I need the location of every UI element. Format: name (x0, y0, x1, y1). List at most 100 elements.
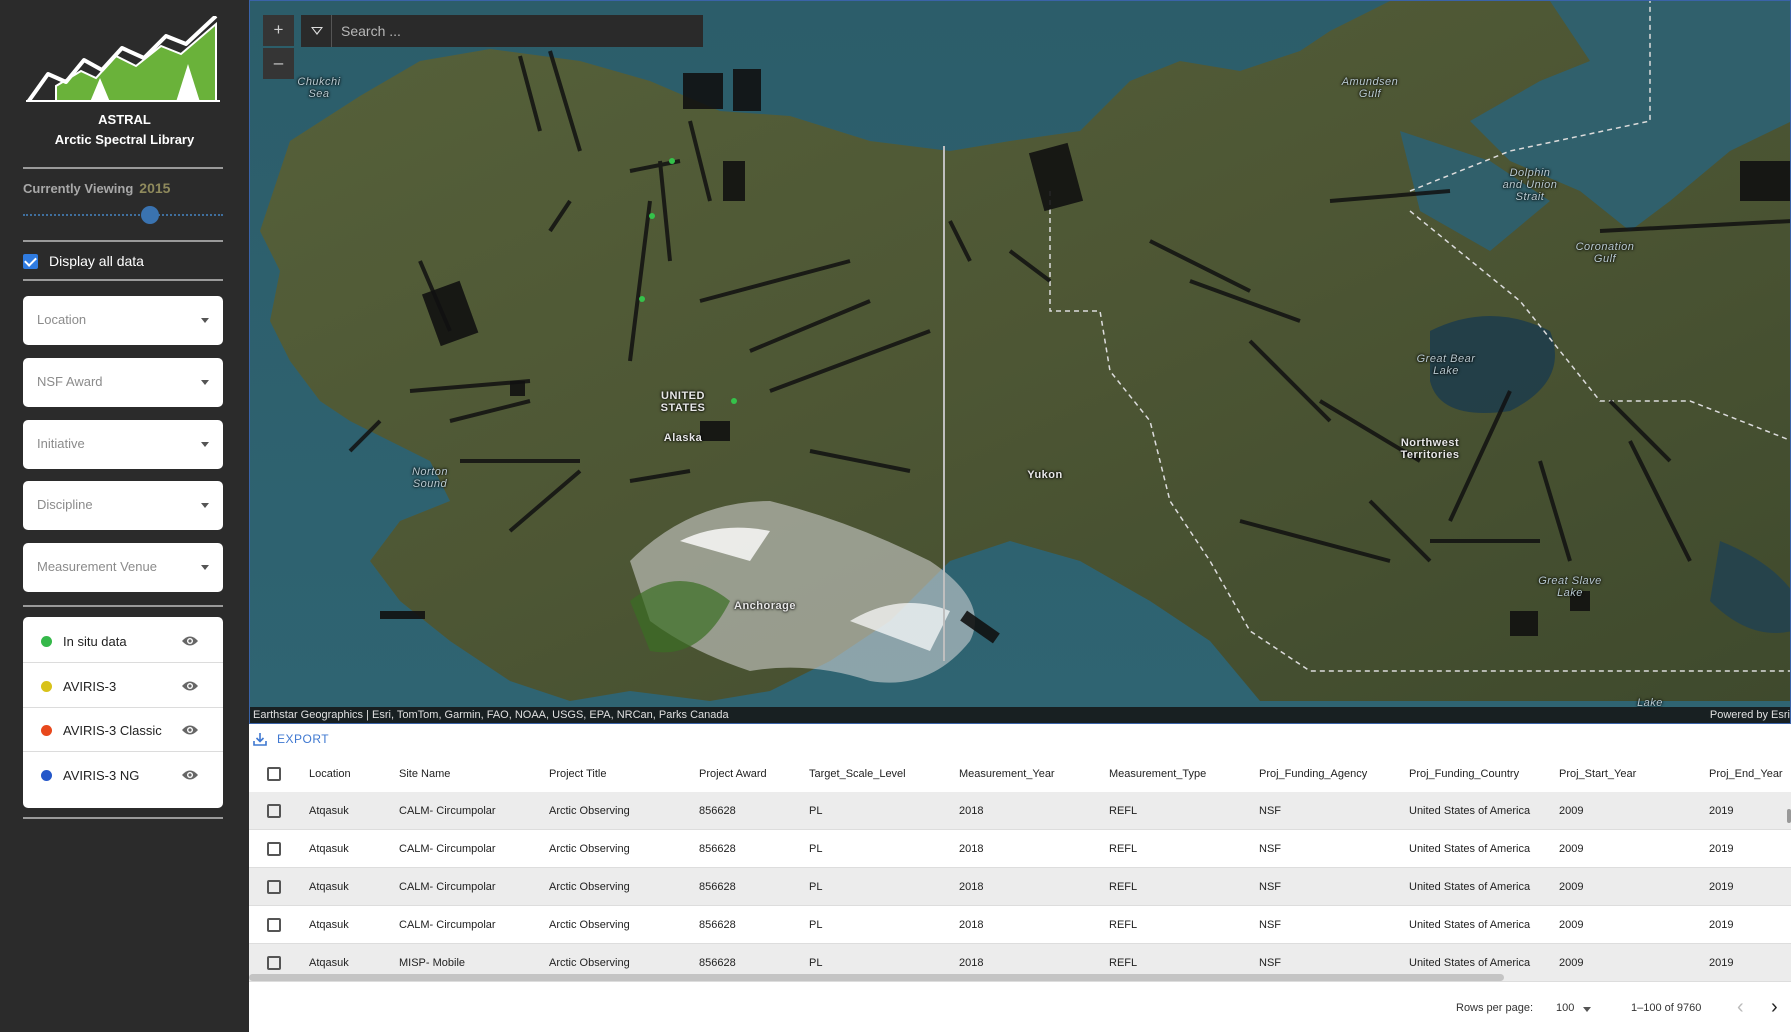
cell-funding-agency: NSF (1259, 843, 1281, 855)
horizontal-scrollbar[interactable] (249, 974, 1504, 981)
column-header-site-name[interactable]: Site Name (399, 756, 450, 792)
column-header-start-year[interactable]: Proj_Start_Year (1559, 756, 1636, 792)
cell-measurement-type: REFL (1109, 919, 1138, 931)
dropdown-label: NSF Award (37, 374, 103, 389)
cell-start-year: 2009 (1559, 805, 1584, 817)
column-header-measurement-year[interactable]: Measurement_Year (959, 756, 1055, 792)
display-all-checkbox[interactable] (23, 253, 38, 269)
column-header-funding-country[interactable]: Proj_Funding_Country (1409, 756, 1519, 792)
layer-name: In situ data (63, 634, 127, 649)
cell-end-year: 2019 (1709, 919, 1734, 931)
location-dropdown[interactable]: Location (23, 296, 223, 345)
column-header-end-year[interactable]: Proj_End_Year (1709, 756, 1783, 792)
cell-start-year: 2009 (1559, 957, 1584, 969)
year-slider[interactable] (23, 206, 223, 224)
rows-per-page-label: Rows per page: (1456, 1002, 1534, 1014)
column-header-funding-agency[interactable]: Proj_Funding_Agency (1259, 756, 1367, 792)
map-label-great-bear-lake: Great Bear Lake (1416, 353, 1476, 377)
powered-by[interactable]: Powered by Esri (1710, 707, 1790, 723)
vertical-scrollbar[interactable] (1787, 809, 1791, 823)
currently-viewing-year: 2015 (139, 180, 171, 196)
column-header-measurement-type[interactable]: Measurement_Type (1109, 756, 1206, 792)
layer-item-aviris-3: AVIRIS-3 (23, 664, 223, 708)
caret-down-icon (201, 442, 209, 447)
cell-measurement-type: REFL (1109, 843, 1138, 855)
column-header-project-title[interactable]: Project Title (549, 756, 606, 792)
divider (23, 167, 223, 169)
prev-page-icon[interactable]: ‹ (1737, 996, 1744, 1019)
row-checkbox[interactable] (267, 956, 281, 970)
currently-viewing: Currently Viewing 2015 (23, 180, 170, 196)
cell-project-title: Arctic Observing (549, 843, 630, 855)
cell-measurement-type: REFL (1109, 881, 1138, 893)
display-all-toggle[interactable]: Display all data (23, 253, 144, 269)
rows-per-page-select[interactable]: 100 (1556, 1002, 1574, 1014)
row-checkbox[interactable] (267, 880, 281, 894)
year-slider-thumb[interactable] (141, 206, 159, 224)
layer-list: In situ data AVIRIS-3 AVIRIS-3 Classic A… (23, 617, 223, 808)
cell-project-award: 856628 (699, 881, 736, 893)
cell-measurement-year: 2018 (959, 881, 984, 893)
table-header: Location Site Name Project Title Project… (249, 756, 1791, 792)
export-button[interactable]: EXPORT (253, 732, 329, 746)
zoom-out-button[interactable]: – (263, 48, 294, 79)
eye-icon[interactable] (181, 635, 199, 647)
cell-funding-country: United States of America (1409, 805, 1531, 817)
dropdown-label: Initiative (37, 436, 85, 451)
layer-name: AVIRIS-3 (63, 679, 117, 694)
layer-color-dot (41, 681, 52, 692)
row-checkbox[interactable] (267, 918, 281, 932)
column-header-location[interactable]: Location (309, 756, 351, 792)
discipline-dropdown[interactable]: Discipline (23, 481, 223, 530)
map-attribution: Earthstar Geographics | Esri, TomTom, Ga… (250, 707, 1790, 723)
cell-funding-country: United States of America (1409, 843, 1531, 855)
nsf-award-dropdown[interactable]: NSF Award (23, 358, 223, 407)
initiative-dropdown[interactable]: Initiative (23, 420, 223, 469)
cell-project-award: 856628 (699, 919, 736, 931)
cell-target-scale-level: PL (809, 919, 823, 931)
column-header-project-award[interactable]: Project Award (699, 756, 767, 792)
attribution-text: Earthstar Geographics | Esri, TomTom, Ga… (253, 709, 729, 721)
map-label-great-slave-lake: Great Slave Lake (1538, 575, 1602, 599)
cell-measurement-year: 2018 (959, 919, 984, 931)
search-input[interactable] (333, 15, 703, 47)
layer-color-dot (41, 770, 52, 781)
cell-end-year: 2019 (1709, 881, 1734, 893)
cell-start-year: 2009 (1559, 881, 1584, 893)
layer-item-in-situ: In situ data (23, 619, 223, 663)
divider (23, 240, 223, 242)
cell-project-award: 856628 (699, 805, 736, 817)
cell-end-year: 2019 (1709, 843, 1734, 855)
caret-down-icon (201, 380, 209, 385)
table-row[interactable]: Atqasuk CALM- Circumpolar Arctic Observing… (249, 792, 1791, 830)
year-slider-track (23, 214, 223, 216)
table-row[interactable]: Atqasuk CALM- Circumpolar Arctic Observing… (249, 868, 1791, 906)
eye-icon[interactable] (181, 680, 199, 692)
row-checkbox[interactable] (267, 842, 281, 856)
layer-name: AVIRIS-3 NG (63, 768, 140, 783)
zoom-in-button[interactable]: + (263, 15, 294, 46)
next-page-icon[interactable]: › (1771, 996, 1778, 1019)
table-row[interactable]: Atqasuk CALM- Circumpolar Arctic Observing… (249, 830, 1791, 868)
cell-target-scale-level: PL (809, 805, 823, 817)
measurement-venue-dropdown[interactable]: Measurement Venue (23, 543, 223, 592)
cell-site-name: CALM- Circumpolar (399, 843, 496, 855)
eye-icon[interactable] (181, 769, 199, 781)
eye-icon[interactable] (181, 724, 199, 736)
map-view[interactable]: + – Chukchi Sea Amundsen Gulf Dolphin an… (249, 0, 1791, 724)
select-all-checkbox[interactable] (267, 767, 281, 781)
map-label-anchorage: Anchorage (734, 600, 796, 612)
pagination-range: 1–100 of 9760 (1631, 1002, 1702, 1014)
cell-end-year: 2019 (1709, 805, 1734, 817)
filter-dropdown-icon[interactable] (301, 15, 332, 47)
row-checkbox[interactable] (267, 804, 281, 818)
caret-down-icon[interactable] (1583, 1007, 1591, 1012)
map-label-coronation-gulf: Coronation Gulf (1575, 241, 1635, 265)
column-header-target-scale-level[interactable]: Target_Scale_Level (809, 756, 906, 792)
layer-item-aviris-3-ng: AVIRIS-3 NG (23, 753, 223, 797)
dropdown-label: Discipline (37, 497, 93, 512)
table-row[interactable]: Atqasuk CALM- Circumpolar Arctic Observing… (249, 906, 1791, 944)
cell-funding-agency: NSF (1259, 919, 1281, 931)
cell-location: Atqasuk (309, 843, 349, 855)
satellite-basemap (260, 1, 1790, 701)
